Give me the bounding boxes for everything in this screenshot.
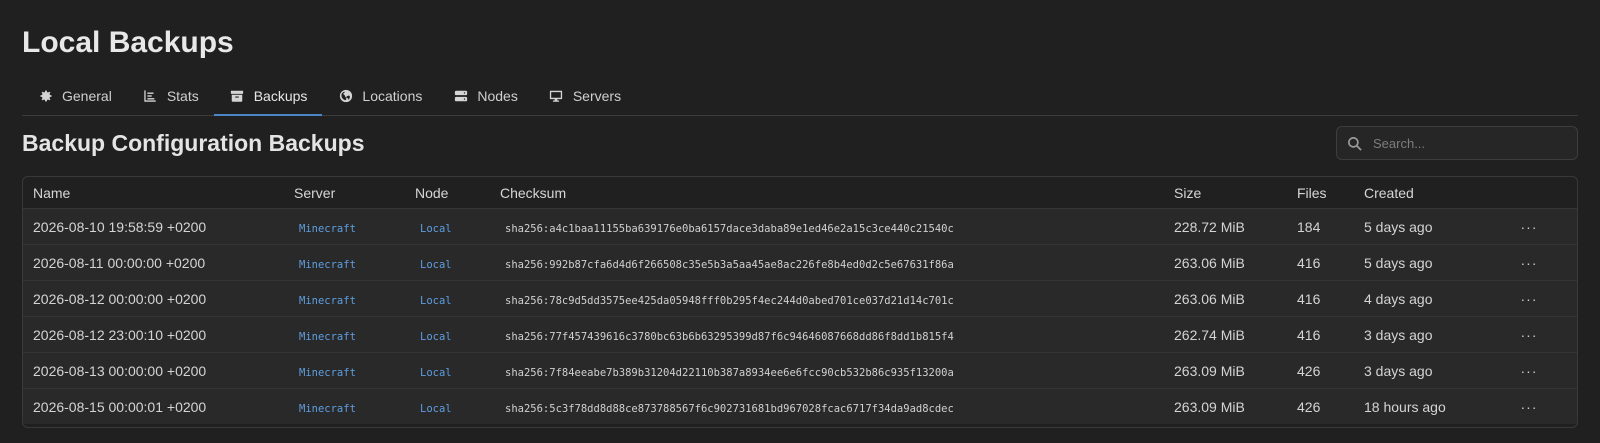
backups-table: Name Server Node Checksum Size Files Cre… <box>22 176 1578 428</box>
server-icon <box>453 89 468 104</box>
column-header-size[interactable]: Size <box>1164 177 1287 209</box>
more-options-icon[interactable]: ··· <box>1479 244 1577 281</box>
tab-general[interactable]: General <box>22 80 127 116</box>
cell-name: 2026-08-15 00:00:01 +0200 <box>33 398 207 415</box>
tab-servers[interactable]: Servers <box>533 80 636 116</box>
tab-servers-label: Servers <box>572 88 622 104</box>
page-title: Local Backups <box>22 26 234 59</box>
cell-created: 5 days ago <box>1354 208 1479 245</box>
column-header-created[interactable]: Created <box>1354 177 1479 209</box>
cell-files: 416 <box>1287 280 1354 317</box>
table-row[interactable]: 2026-08-11 00:00:00 +0200 Minecraft Loca… <box>23 244 1577 281</box>
cell-files: 416 <box>1287 244 1354 281</box>
cell-size: 263.06 MiB <box>1164 244 1287 281</box>
search-input[interactable] <box>1371 134 1565 152</box>
cell-checksum: sha256:a4c1baa11155ba639176e0ba6157dace3… <box>505 222 954 235</box>
column-header-node[interactable]: Node <box>405 177 490 209</box>
tab-nodes[interactable]: Nodes <box>437 80 532 116</box>
cell-files: 416 <box>1287 316 1354 353</box>
cell-files: 184 <box>1287 208 1354 245</box>
node-link[interactable]: Local <box>415 403 452 415</box>
server-link[interactable]: Minecraft <box>294 295 356 307</box>
column-header-actions <box>1479 177 1577 209</box>
column-header-checksum[interactable]: Checksum <box>490 177 1164 209</box>
cell-checksum: sha256:78c9d5dd3575ee425da05948fff0b295f… <box>505 294 954 307</box>
node-link[interactable]: Local <box>415 259 452 271</box>
cell-checksum: sha256:7f84eeabe7b389b31204d22110b387a89… <box>505 366 954 379</box>
cell-name: 2026-08-12 00:00:00 +0200 <box>23 280 284 317</box>
cell-size: 263.09 MiB <box>1174 398 1245 415</box>
chart-icon <box>143 89 158 104</box>
tab-stats-label: Stats <box>166 88 199 104</box>
cell-name: 2026-08-11 00:00:00 +0200 <box>23 244 284 281</box>
cell-created: 3 days ago <box>1354 316 1479 353</box>
cell-checksum: sha256:992b87cfa6d4d6f266508c35e5b3a5aa4… <box>505 258 954 271</box>
cell-created: 18 hours ago <box>1364 398 1446 415</box>
tab-locations-label: Locations <box>362 88 423 104</box>
cell-size: 263.09 MiB <box>1164 352 1287 389</box>
node-link[interactable]: Local <box>415 331 452 343</box>
server-link[interactable]: Minecraft <box>294 331 356 343</box>
node-link[interactable]: Local <box>415 295 452 307</box>
globe-icon <box>338 89 353 104</box>
cell-checksum: sha256:5c3f78dd8d88ce873788567f6c9027316… <box>505 402 954 415</box>
column-header-name[interactable]: Name <box>23 177 284 209</box>
more-options-icon[interactable]: ··· <box>1479 389 1577 425</box>
cell-created: 3 days ago <box>1354 352 1479 389</box>
table-row[interactable]: 2026-08-12 23:00:10 +0200 Minecraft Loca… <box>23 316 1577 353</box>
cell-files: 426 <box>1297 398 1321 415</box>
archive-icon <box>230 89 245 104</box>
node-link[interactable]: Local <box>415 367 452 379</box>
cell-created: 4 days ago <box>1354 280 1479 317</box>
table-row[interactable]: 2026-08-15 00:00:01 +0200 Minecraft Loca… <box>23 388 1577 425</box>
more-options-icon[interactable]: ··· <box>1479 280 1577 317</box>
cell-name: 2026-08-10 19:58:59 +0200 <box>23 208 284 245</box>
tab-nodes-label: Nodes <box>477 88 518 104</box>
tab-backups[interactable]: Backups <box>213 80 323 116</box>
node-link[interactable]: Local <box>415 223 452 235</box>
tab-locations[interactable]: Locations <box>322 80 437 116</box>
column-header-files[interactable]: Files <box>1287 177 1354 209</box>
cell-size: 228.72 MiB <box>1164 208 1287 245</box>
cell-size: 263.06 MiB <box>1164 280 1287 317</box>
tab-bar: General Stats Backups Locations Nodes Se… <box>22 80 1578 116</box>
more-options-icon[interactable]: ··· <box>1479 352 1577 389</box>
search-icon <box>1337 136 1371 151</box>
table-row[interactable]: 2026-08-10 19:58:59 +0200 Minecraft Loca… <box>23 208 1577 245</box>
monitor-icon <box>549 89 564 104</box>
cell-created: 5 days ago <box>1354 244 1479 281</box>
more-options-icon[interactable]: ··· <box>1479 316 1577 353</box>
server-link[interactable]: Minecraft <box>294 367 356 379</box>
search-box <box>1336 126 1578 160</box>
cell-name: 2026-08-13 00:00:00 +0200 <box>23 352 284 389</box>
column-header-server[interactable]: Server <box>284 177 405 209</box>
table-row[interactable]: 2026-08-12 00:00:00 +0200 Minecraft Loca… <box>23 280 1577 317</box>
tab-stats[interactable]: Stats <box>127 80 214 116</box>
section-title: Backup Configuration Backups <box>22 130 365 156</box>
tab-general-label: General <box>62 88 112 104</box>
server-link[interactable]: Minecraft <box>294 223 356 235</box>
cell-files: 426 <box>1287 352 1354 389</box>
cell-name: 2026-08-12 23:00:10 +0200 <box>23 316 284 353</box>
server-link[interactable]: Minecraft <box>294 403 356 415</box>
cell-checksum: sha256:77f457439616c3780bc63b6b63295399d… <box>505 330 954 343</box>
table-header-row: Name Server Node Checksum Size Files Cre… <box>23 177 1577 209</box>
tab-backups-label: Backups <box>253 88 308 104</box>
gear-icon <box>38 89 53 104</box>
more-options-icon[interactable]: ··· <box>1479 208 1577 245</box>
table-row[interactable]: 2026-08-13 00:00:00 +0200 Minecraft Loca… <box>23 352 1577 389</box>
server-link[interactable]: Minecraft <box>294 259 356 271</box>
cell-size: 262.74 MiB <box>1164 316 1287 353</box>
